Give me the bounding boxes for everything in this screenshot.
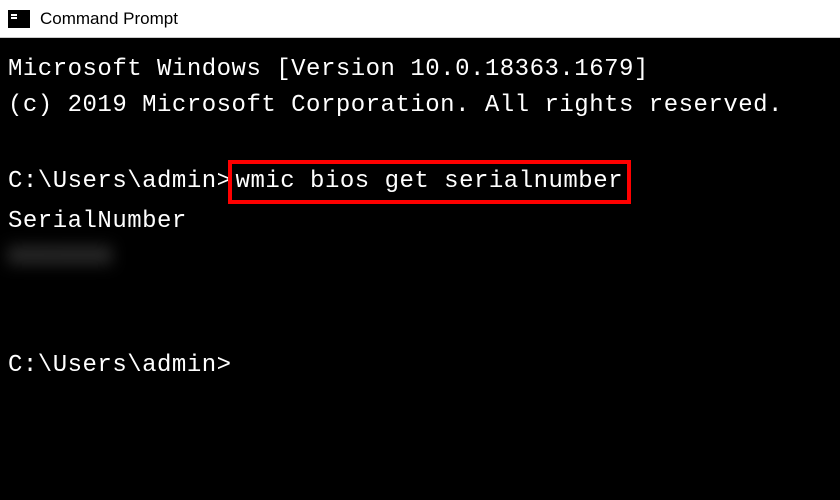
prompt-path-2: C:\Users\admin> xyxy=(8,352,232,379)
serial-number-value: XXXXXXX xyxy=(8,240,112,276)
cmd-icon xyxy=(8,10,30,28)
command-text: wmic bios get serialnumber xyxy=(236,168,623,195)
blank-line xyxy=(8,124,832,160)
copyright-line: (c) 2019 Microsoft Corporation. All righ… xyxy=(8,88,832,124)
command-line-1: C:\Users\admin>wmic bios get serialnumbe… xyxy=(8,160,832,204)
version-line: Microsoft Windows [Version 10.0.18363.16… xyxy=(8,52,832,88)
window-title: Command Prompt xyxy=(40,9,178,29)
prompt-path: C:\Users\admin> xyxy=(8,168,232,195)
window-titlebar: Command Prompt xyxy=(0,0,840,38)
command-line-2: C:\Users\admin> xyxy=(8,348,832,384)
output-value-line: XXXXXXX xyxy=(8,240,832,276)
terminal-area[interactable]: Microsoft Windows [Version 10.0.18363.16… xyxy=(0,38,840,398)
blank-line xyxy=(8,312,832,348)
highlighted-command: wmic bios get serialnumber xyxy=(228,160,631,204)
blank-line xyxy=(8,276,832,312)
output-header: SerialNumber xyxy=(8,204,832,240)
